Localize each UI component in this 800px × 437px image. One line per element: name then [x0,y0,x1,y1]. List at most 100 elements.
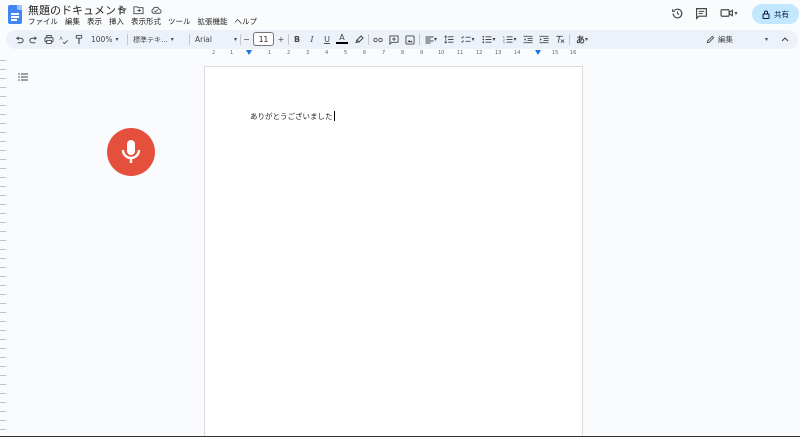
ruler-tick: 2 [287,50,291,56]
chevron-up-icon [781,37,789,42]
italic-button[interactable]: I [306,32,318,47]
right-indent-marker[interactable] [535,50,541,55]
print-button[interactable] [43,32,54,47]
document-outline-icon[interactable] [18,66,28,81]
meet-video-icon[interactable]: ▾ [719,6,739,20]
style-value: 標準テキ... [133,35,168,44]
toolbar-divider [189,34,190,45]
ruler-tick: 3 [306,50,310,56]
redo-button[interactable] [28,32,38,47]
ruler-tick: 7 [382,50,386,56]
cloud-status-icon[interactable] [149,3,162,16]
toolbar-divider [240,34,241,45]
indent-increase-icon [539,35,549,44]
share-label: 共有 [774,9,789,19]
paint-format-button[interactable] [73,32,84,47]
ruler-tick: 9 [420,50,424,56]
align-caret-icon: ▾ [433,36,437,43]
link-icon [373,37,383,42]
insert-comment-button[interactable] [388,32,400,47]
svg-text:3: 3 [503,41,505,44]
menu-insert[interactable]: 挿入 [109,16,124,27]
insert-link-button[interactable] [372,32,384,47]
bold-button[interactable]: B [291,32,303,47]
text-cursor [333,111,335,121]
highlight-color-button[interactable] [353,32,365,47]
line-spacing-button[interactable] [443,32,455,47]
insert-image-button[interactable] [404,32,416,47]
numbered-list-icon: 123 [503,35,514,44]
share-button[interactable]: 共有 [752,4,799,24]
toolbar-divider [368,34,369,45]
zoom-select[interactable]: 100% ▾ [91,32,123,47]
ruler-tick: 5 [344,50,348,56]
collapse-menus-button[interactable] [779,32,791,47]
ruler-tick: 14 [514,50,521,56]
main-toolbar: A 100% ▾ 標準テキ... ▾ Arial ▾ − 11 + B I U … [6,30,798,49]
bulleted-list-button[interactable]: ▾ [480,32,498,47]
title-bar: 無題のドキュメント ファイル 編集 表示 挿入 表示形式 ツール 拡張機能 ヘル… [0,0,800,28]
menu-bar: ファイル 編集 表示 挿入 表示形式 ツール 拡張機能 ヘルプ [28,16,257,27]
checklist-caret-icon: ▾ [471,36,475,43]
title-icons [115,3,162,16]
add-comment-icon [389,34,399,45]
microphone-icon [121,140,141,163]
document-body[interactable]: ありがとうございました [250,111,335,122]
font-size-decrease-button[interactable]: − [242,32,251,47]
text-color-button[interactable]: A [336,32,348,44]
ruler-tick: 13 [495,50,502,56]
comment-icon[interactable] [694,6,708,20]
menu-extensions[interactable]: 拡張機能 [198,16,228,27]
lock-icon [762,10,770,19]
star-icon[interactable] [115,3,128,16]
style-caret-icon: ▾ [170,36,174,43]
underline-button[interactable]: U [321,32,333,47]
zoom-value: 100% [91,35,113,44]
input-tools-button[interactable]: あ ▾ [572,32,592,47]
align-button[interactable]: ▾ [422,32,440,47]
spellcheck-button[interactable]: A [58,32,69,47]
style-select[interactable]: 標準テキ... ▾ [133,32,185,47]
input-tools-label: あ [575,36,585,46]
vertical-ruler[interactable] [0,60,6,437]
font-select[interactable]: Arial ▾ [195,32,237,47]
ruler-tick: 11 [457,50,464,56]
horizontal-ruler[interactable]: 2 1 1 2 3 4 5 6 7 8 9 10 11 12 13 14 15 … [204,50,583,60]
input-tools-caret-icon: ▾ [585,36,589,43]
history-icon[interactable] [670,6,684,20]
indent-decrease-icon [523,35,533,44]
bullet-list-icon [482,35,493,44]
clear-format-icon [556,35,565,43]
document-page[interactable]: ありがとうございました [204,66,583,437]
ruler-tick: 1 [230,50,234,56]
menu-view[interactable]: 表示 [87,16,102,27]
font-value: Arial [195,35,212,44]
ruler-tick: 2 [212,50,216,56]
editing-mode-select[interactable]: 編集 ▾ [706,32,768,47]
menu-edit[interactable]: 編集 [65,16,80,27]
menu-format[interactable]: 表示形式 [131,16,161,27]
undo-button[interactable] [14,32,24,47]
decrease-indent-button[interactable] [522,32,534,47]
numbered-list-button[interactable]: 123 ▾ [501,32,519,47]
editing-mode-caret-icon: ▾ [764,36,768,43]
ruler-tick: 15 [552,50,559,56]
folder-move-icon[interactable] [132,3,145,16]
indent-marker[interactable] [246,50,252,55]
voice-typing-mic-button[interactable] [107,128,155,176]
bullet-caret-icon: ▾ [492,36,496,43]
menu-help[interactable]: ヘルプ [235,16,258,27]
checklist-icon [461,36,472,43]
font-size-input[interactable]: 11 [253,32,274,46]
clear-formatting-button[interactable] [554,32,566,47]
menu-file[interactable]: ファイル [28,16,58,27]
menu-tools[interactable]: ツール [168,16,191,27]
increase-indent-button[interactable] [538,32,550,47]
checklist-button[interactable]: ▾ [459,32,477,47]
ruler-tick: 4 [325,50,329,56]
font-caret-icon: ▾ [233,36,237,43]
docs-logo-icon[interactable] [8,5,22,24]
font-size-increase-button[interactable]: + [276,32,286,47]
toolbar-divider [569,34,570,45]
header-right-tools: ▾ 共有 [670,3,800,24]
